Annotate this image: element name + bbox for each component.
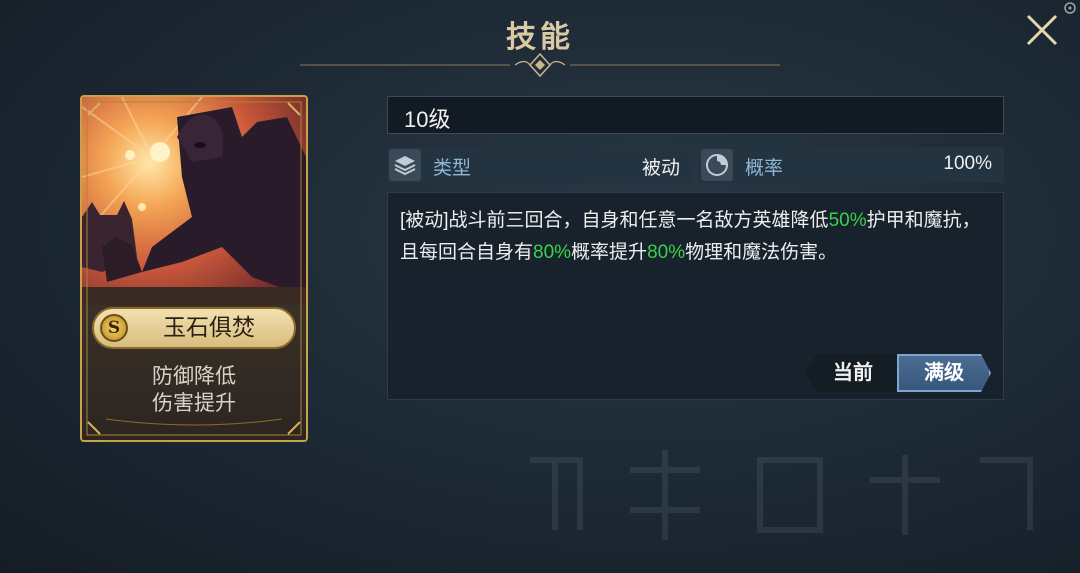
max-level-button[interactable]: 满级 — [897, 354, 991, 392]
skill-artwork — [82, 97, 306, 317]
layers-icon — [389, 149, 421, 181]
background-pattern — [530, 450, 1033, 540]
desc-highlight: 80% — [533, 242, 572, 263]
skill-description: [被动]战斗前三回合，自身和任意一名敌方英雄降低50%护甲和魔抗，且每回合自身有… — [400, 205, 996, 269]
card-desc-line2: 伤害提升 — [152, 392, 236, 415]
corner-icon — [1064, 2, 1076, 14]
desc-part: 概率提升 — [571, 242, 648, 263]
desc-highlight: 50% — [828, 210, 867, 231]
desc-part: 物理和魔法伤害。 — [685, 242, 838, 263]
chance-label: 概率 — [745, 158, 784, 179]
card-name-plate: S 玉石俱焚 — [92, 307, 296, 349]
desc-part: [被动]战斗前三回合，自身和任意一名敌方英雄降低 — [400, 210, 829, 231]
title-ornament-icon — [300, 52, 780, 78]
level-toggle: 当前 满级 — [805, 354, 991, 392]
current-level-button[interactable]: 当前 — [805, 354, 901, 392]
desc-highlight: 80% — [647, 242, 686, 263]
rank-badge: S — [100, 314, 128, 342]
card-name: 玉石俱焚 — [163, 315, 255, 341]
type-stat: 类型 被动 — [387, 147, 692, 183]
type-value: 被动 — [641, 158, 680, 179]
skill-card: S 玉石俱焚 防御降低 伤害提升 — [80, 95, 308, 442]
level-field: 10级 — [387, 96, 1004, 134]
type-label: 类型 — [433, 158, 472, 179]
skill-level: 10级 — [404, 107, 451, 132]
close-icon[interactable] — [1022, 10, 1062, 50]
chance-stat: 概率 100% — [699, 147, 1004, 183]
card-desc-line1: 防御降低 — [152, 365, 236, 388]
chance-value: 100% — [943, 153, 992, 174]
card-description: 防御降低 伤害提升 — [82, 363, 306, 417]
page-title: 技能 — [506, 20, 574, 55]
chance-dial-icon — [701, 149, 733, 181]
